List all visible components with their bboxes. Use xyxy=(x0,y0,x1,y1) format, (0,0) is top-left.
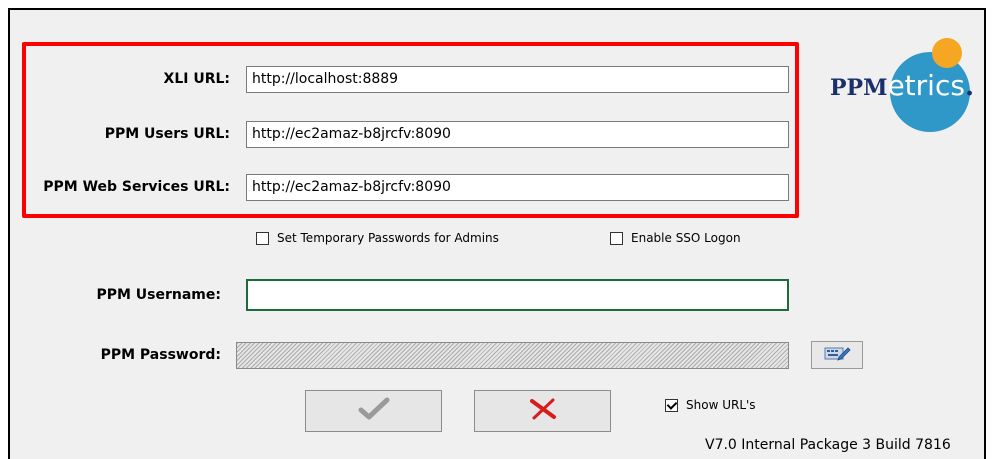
sso-checkbox[interactable] xyxy=(610,231,623,245)
ppm-password-input[interactable] xyxy=(236,342,789,369)
show-urls-checkbox[interactable] xyxy=(665,398,678,412)
x-icon xyxy=(528,397,558,425)
checkmark-icon xyxy=(357,397,391,425)
ppm-web-services-url-label: PPM Web Services URL: xyxy=(43,179,230,195)
edit-password-button[interactable] xyxy=(811,341,863,369)
sso-option[interactable]: Enable SSO Logon xyxy=(610,231,741,245)
edit-password-icon xyxy=(823,344,851,366)
ppm-users-url-label: PPM Users URL: xyxy=(104,126,230,142)
temp-passwords-option[interactable]: Set Temporary Passwords for Admins xyxy=(256,231,499,245)
ppmetrics-logo: PPMetrics. xyxy=(820,34,995,134)
version-text: V7.0 Internal Package 3 Build 7816 xyxy=(705,437,951,453)
logo-sun xyxy=(932,38,962,68)
xli-url-input[interactable]: http://localhost:8889 xyxy=(246,66,789,93)
ppm-users-url-input[interactable]: http://ec2amaz-b8jrcfv:8090 xyxy=(246,121,789,148)
ppm-username-input[interactable] xyxy=(246,279,789,311)
temp-passwords-checkbox[interactable] xyxy=(256,231,269,245)
logo-text: PPMetrics. xyxy=(830,69,974,102)
sso-label: Enable SSO Logon xyxy=(631,231,741,245)
show-urls-option[interactable]: Show URL's xyxy=(665,398,756,412)
cancel-button[interactable] xyxy=(474,390,611,432)
ppm-username-label: PPM Username: xyxy=(96,287,221,303)
temp-passwords-label: Set Temporary Passwords for Admins xyxy=(277,231,499,245)
ppm-web-services-url-input[interactable]: http://ec2amaz-b8jrcfv:8090 xyxy=(246,174,789,201)
ppm-password-label: PPM Password: xyxy=(100,347,221,363)
xli-url-label: XLI URL: xyxy=(163,71,230,87)
ok-button[interactable] xyxy=(305,390,442,432)
show-urls-label: Show URL's xyxy=(686,398,756,412)
